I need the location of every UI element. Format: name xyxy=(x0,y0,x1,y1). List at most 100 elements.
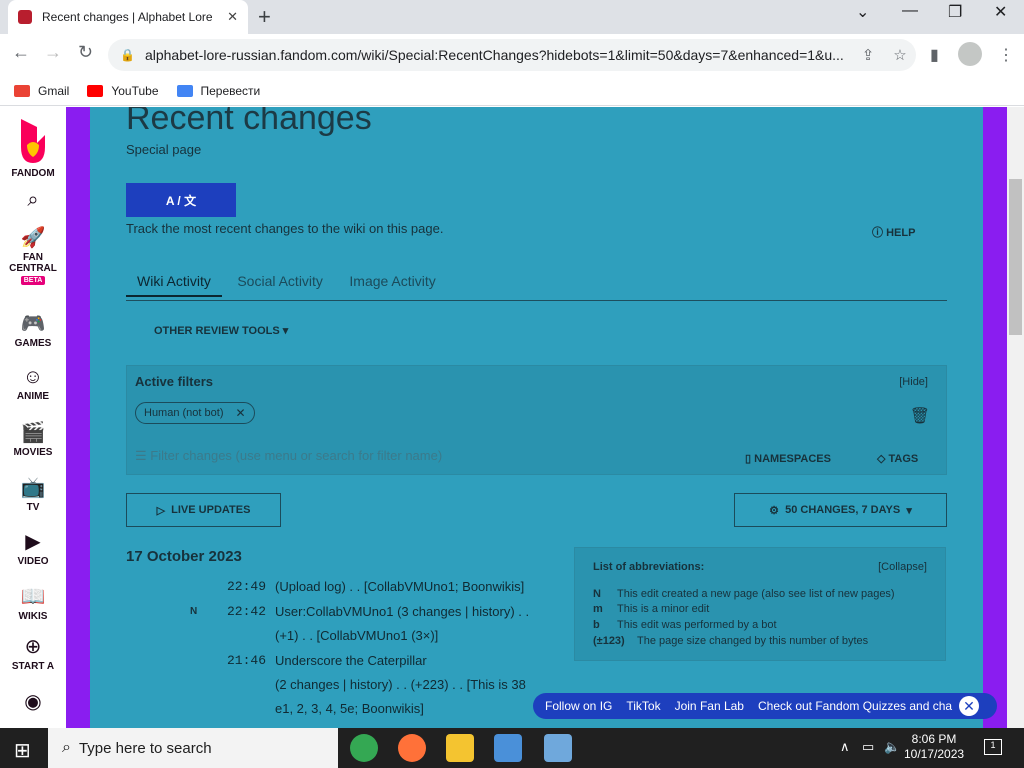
search-icon[interactable]: ⌕ xyxy=(0,189,66,214)
profile-avatar[interactable] xyxy=(958,42,982,66)
page-description: Track the most recent changes to the wik… xyxy=(126,221,444,236)
file-explorer-icon[interactable] xyxy=(446,734,474,762)
menu-icon[interactable]: ☰ xyxy=(135,448,147,463)
other-review-tools-dropdown[interactable]: OTHER REVIEW TOOLS ▾ xyxy=(154,324,288,337)
page-subtitle: Special page xyxy=(126,142,202,157)
sidebar-item-tv[interactable]: 📺 TV xyxy=(0,475,66,513)
bookmark-gmail[interactable]: Gmail xyxy=(14,84,69,98)
plus-icon: ⊕ xyxy=(24,636,42,658)
sidebar-item-anime[interactable]: ☺ ANIME xyxy=(0,366,66,402)
fandom-sidebar: FANDOM ⌕ 🚀 FAN CENTRAL BETA 🎮 GAMES ☺ AN… xyxy=(0,107,66,728)
close-window-icon[interactable]: ✕ xyxy=(994,2,1007,22)
youtube-icon xyxy=(87,84,104,97)
forward-icon[interactable]: → xyxy=(44,42,62,63)
rocket-icon: 🚀 xyxy=(20,227,46,249)
activity-tabs: Wiki Activity Social Activity Image Acti… xyxy=(126,267,947,301)
virtualbox-icon[interactable] xyxy=(494,734,522,762)
filter-search-input[interactable]: ☰ Filter changes (use menu or search for… xyxy=(135,448,442,464)
sidebar-item-fan-central[interactable]: 🚀 FAN CENTRAL BETA xyxy=(0,225,66,285)
tray-chevron-icon[interactable]: ∧ xyxy=(840,739,850,755)
fandom-logo[interactable]: FANDOM xyxy=(0,117,66,179)
browser-tab[interactable]: Recent changes | Alphabet Lore ✕ xyxy=(8,0,248,34)
user-account-icon[interactable]: ◉ xyxy=(0,689,66,716)
gmail-icon xyxy=(14,84,30,97)
sidebar-item-movies[interactable]: 🎬 MOVIES xyxy=(0,420,66,458)
trash-icon[interactable]: 🗑 xyxy=(910,406,930,426)
caret-down-icon: ▾ xyxy=(906,504,912,517)
share-icon[interactable]: ⇪ xyxy=(852,46,884,64)
bookmark-youtube[interactable]: YouTube xyxy=(87,84,159,98)
close-tab-icon[interactable]: ✕ xyxy=(227,9,238,25)
browser-toolbar: ← → ↻ 🔒 alphabet-lore-russian.fandom.com… xyxy=(0,34,1024,76)
restore-icon[interactable]: ❐ xyxy=(948,2,962,22)
close-promo-icon[interactable]: ✕ xyxy=(959,696,979,716)
fandom-flame-icon xyxy=(21,119,45,163)
address-bar[interactable]: 🔒 alphabet-lore-russian.fandom.com/wiki/… xyxy=(108,39,916,71)
tab-wiki-activity[interactable]: Wiki Activity xyxy=(126,267,222,297)
menu-kebab-icon[interactable]: ⋮ xyxy=(998,45,1014,65)
sidebar-item-wikis[interactable]: 📖 WIKIS xyxy=(0,584,66,622)
tv-icon: 📺 xyxy=(20,477,46,499)
hide-filters-link[interactable]: [Hide] xyxy=(899,376,928,388)
web-page: FANDOM ⌕ 🚀 FAN CENTRAL BETA 🎮 GAMES ☺ AN… xyxy=(0,107,1024,728)
namespaces-button[interactable]: ▯ NAMESPACES xyxy=(745,452,831,465)
follow-ig-link[interactable]: Follow on IG xyxy=(545,699,612,713)
translate-icon xyxy=(176,84,193,97)
windows-taskbar: ⊞ ⌕ Type here to search ∧ ▭ 🔈 8:06 PM 10… xyxy=(0,728,1024,768)
back-icon[interactable]: ← xyxy=(12,42,30,63)
network-icon[interactable]: ▭ xyxy=(862,739,874,755)
reload-icon[interactable]: ↻ xyxy=(78,42,93,63)
lock-icon[interactable]: 🔒 xyxy=(120,48,135,62)
sidebar-item-video[interactable]: ▶ VIDEO xyxy=(0,529,66,567)
minimize-icon[interactable]: — xyxy=(902,2,918,20)
sidebar-item-games[interactable]: 🎮 GAMES xyxy=(0,311,66,349)
app-icon[interactable] xyxy=(544,734,572,762)
sidebar-item-start-a-wiki[interactable]: ⊕ START A xyxy=(0,634,66,672)
fandom-favicon-icon xyxy=(18,10,32,24)
abbr-row: N This edit created a new page (also see … xyxy=(593,588,895,600)
search-icon: ⌕ xyxy=(62,739,71,756)
video-icon: ▶ xyxy=(25,531,41,553)
namespaces-icon: ▯ xyxy=(745,453,752,465)
tiktok-link[interactable]: TikTok xyxy=(626,699,660,713)
movies-icon: 🎬 xyxy=(20,422,46,444)
scrollbar-thumb[interactable] xyxy=(1009,179,1022,335)
help-button[interactable]: ⓘ HELP xyxy=(872,224,915,240)
taskbar-clock[interactable]: 8:06 PM 10/17/2023 xyxy=(904,732,964,762)
bookmarks-bar: Gmail YouTube Перевести xyxy=(0,76,1024,106)
main-content: Recent changes Special page A / 文 Track … xyxy=(90,107,983,728)
side-panel-icon[interactable]: ▮ xyxy=(930,45,939,65)
abbr-row: (±123) The page size changed by this numb… xyxy=(593,635,869,647)
bookmark-star-icon[interactable]: ☆ xyxy=(884,46,916,64)
tags-button[interactable]: ◇ TAGS xyxy=(877,452,918,465)
social-promo-bar: Follow on IG TikTok Join Fan Lab Check o… xyxy=(533,693,997,719)
tab-title: Recent changes | Alphabet Lore xyxy=(42,10,213,24)
chrome-icon[interactable] xyxy=(350,734,378,762)
remove-filter-icon[interactable]: ✕ xyxy=(235,406,245,420)
tab-image-activity[interactable]: Image Activity xyxy=(338,267,446,295)
new-page-flag: N xyxy=(190,606,198,617)
notification-icon[interactable]: 1 xyxy=(984,739,1002,755)
taskbar-search[interactable]: ⌕ Type here to search xyxy=(48,728,338,768)
url-text[interactable]: alphabet-lore-russian.fandom.com/wiki/Sp… xyxy=(145,47,852,63)
join-fan-lab-link[interactable]: Join Fan Lab xyxy=(675,699,744,713)
volume-icon[interactable]: 🔈 xyxy=(884,739,900,755)
language-button[interactable]: A / 文 xyxy=(126,183,236,217)
tab-social-activity[interactable]: Social Activity xyxy=(226,267,334,295)
gear-icon: ⚙ xyxy=(769,504,779,517)
caret-down-icon: ▾ xyxy=(282,325,289,337)
fandom-quizzes-link[interactable]: Check out Fandom Quizzes and cha xyxy=(758,699,952,713)
tab-search-icon[interactable]: ⌄ xyxy=(856,2,869,22)
changes-date-heading: 17 October 2023 xyxy=(126,548,242,565)
windows-start-icon[interactable]: ⊞ xyxy=(14,738,31,763)
new-tab-icon[interactable]: + xyxy=(258,4,271,30)
active-filters-heading: Active filters xyxy=(135,374,214,389)
live-updates-button[interactable]: ▷ LIVE UPDATES xyxy=(126,493,281,527)
changes-days-dropdown[interactable]: ⚙ 50 CHANGES, 7 DAYS ▾ xyxy=(734,493,947,527)
tag-icon: ◇ xyxy=(877,453,886,465)
collapse-link[interactable]: [Collapse] xyxy=(878,561,927,573)
bookmark-translate[interactable]: Перевести xyxy=(176,84,260,98)
firefox-icon[interactable] xyxy=(398,734,426,762)
filter-pill-human[interactable]: Human (not bot) ✕ xyxy=(135,402,255,424)
gamepad-icon: 🎮 xyxy=(20,313,46,335)
